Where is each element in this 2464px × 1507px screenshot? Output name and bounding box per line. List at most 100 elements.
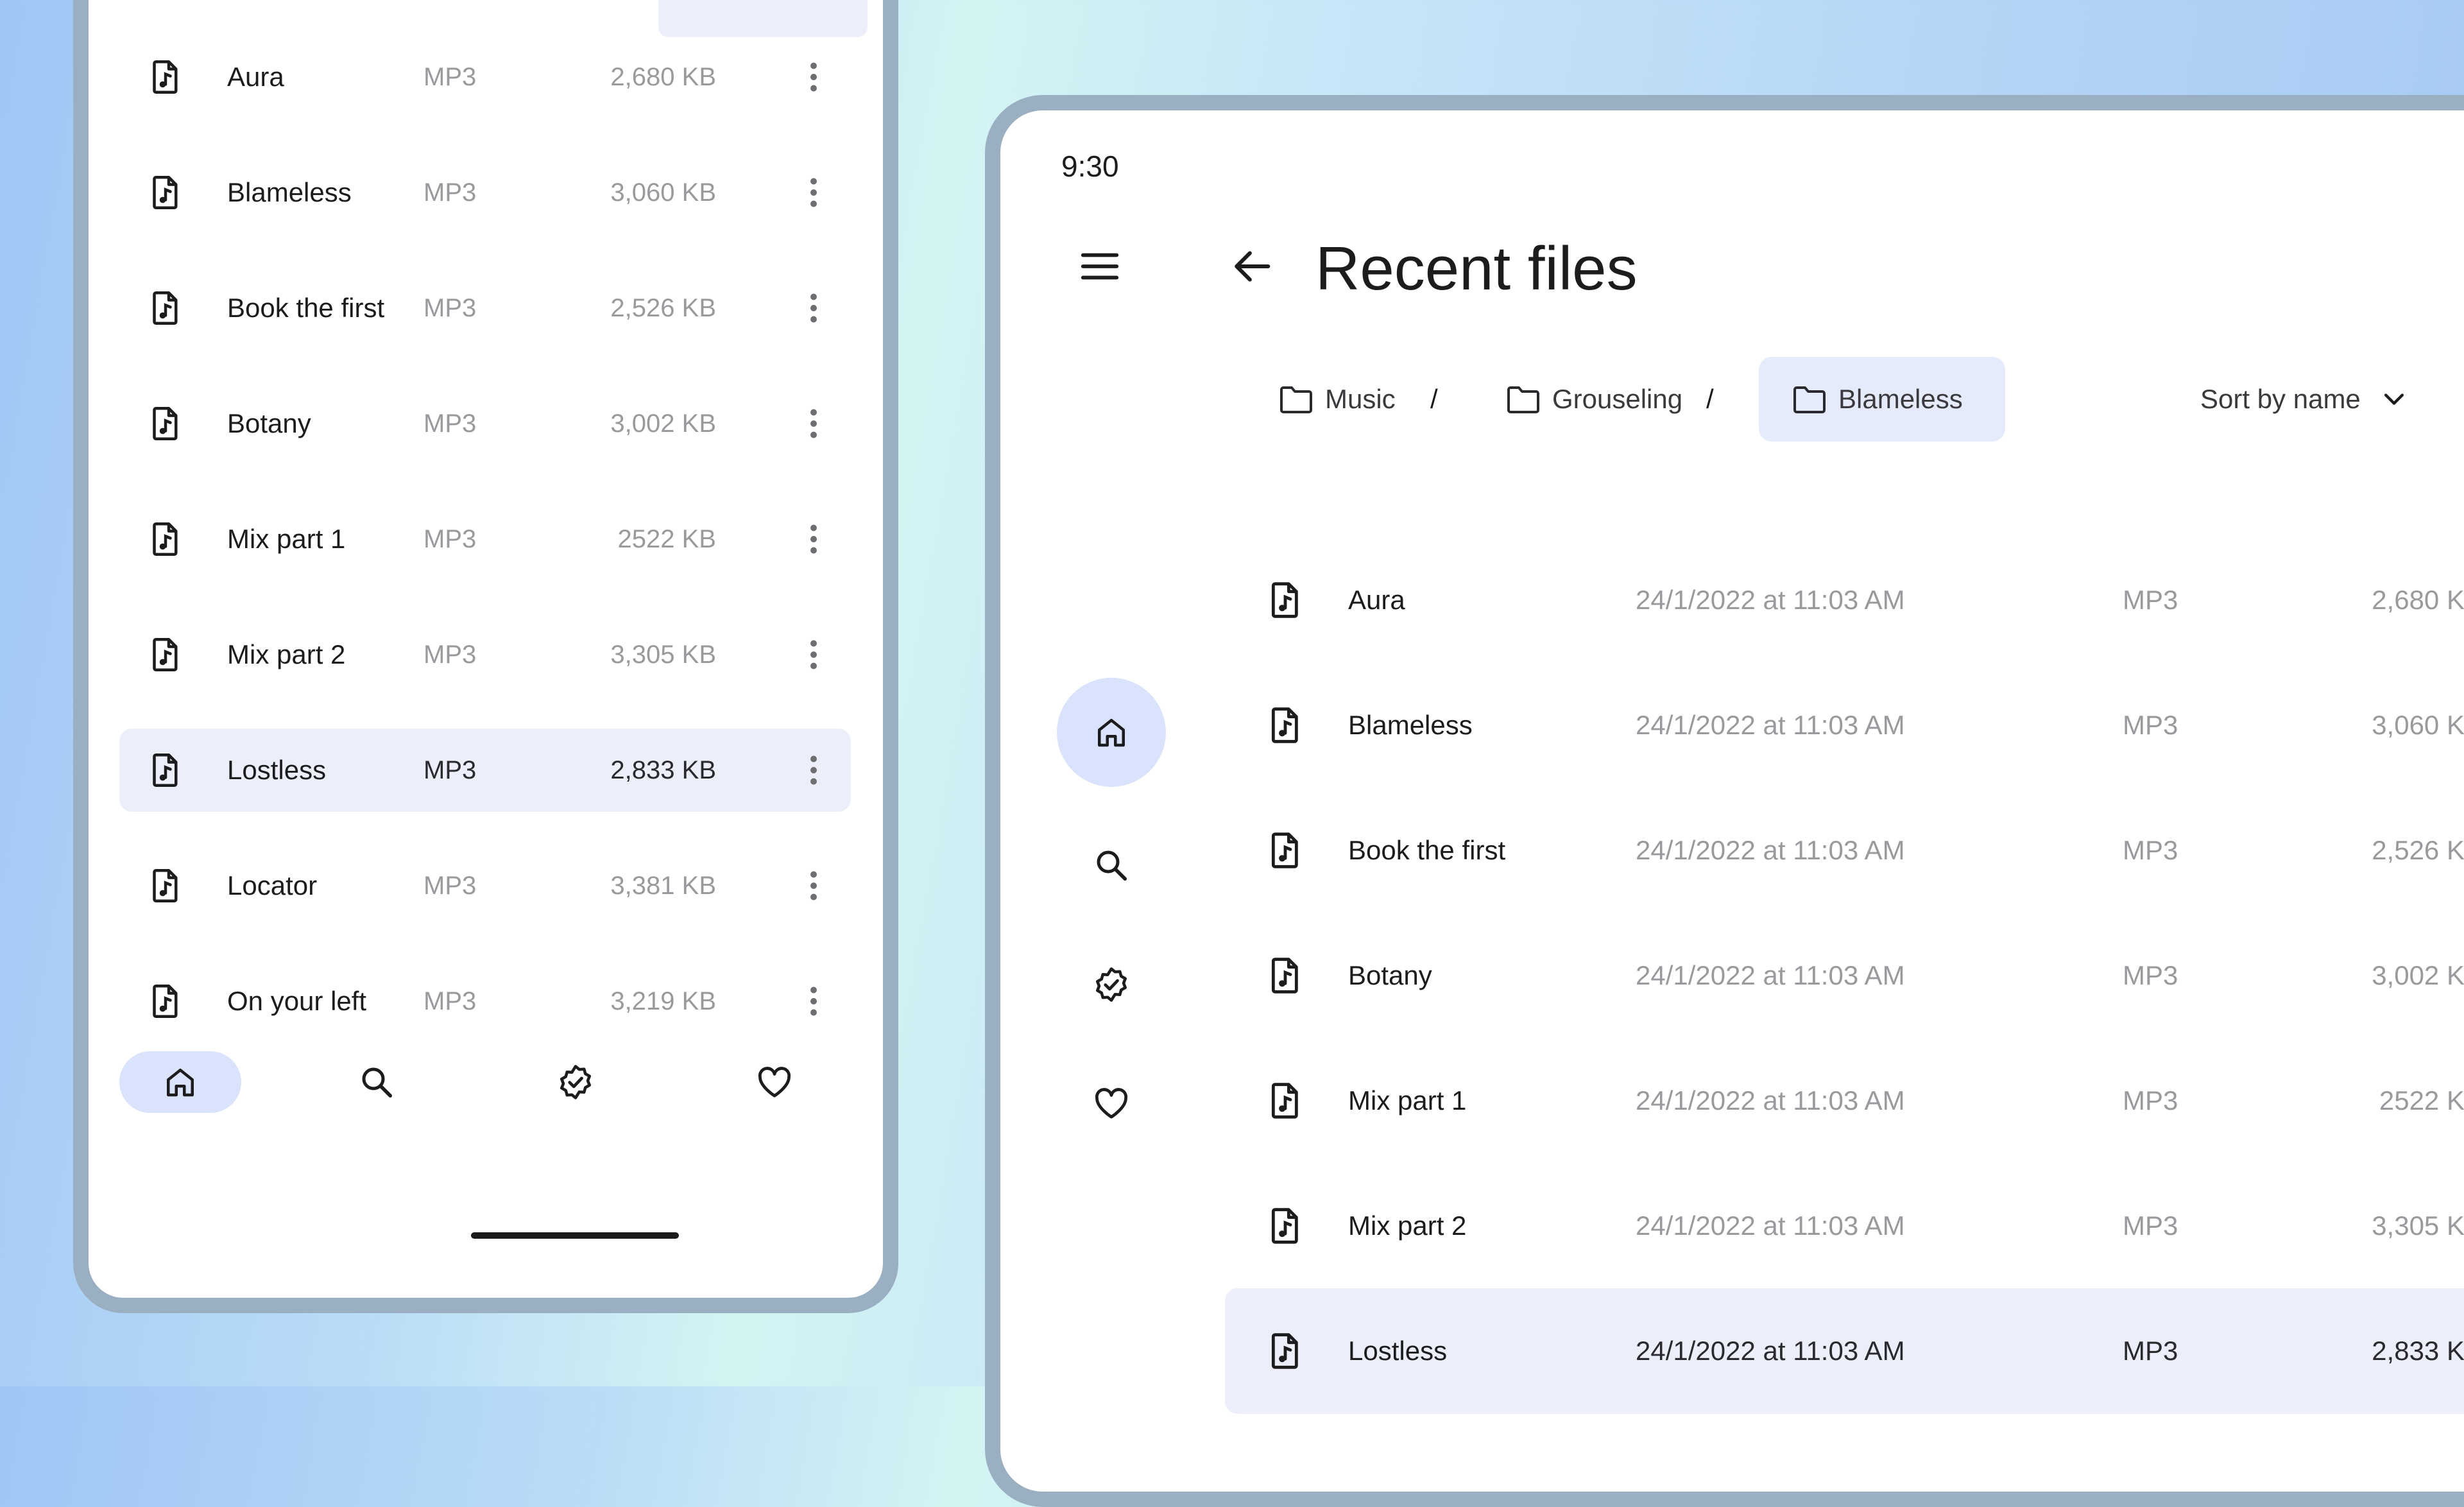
breadcrumb-label: Blameless — [1838, 384, 1963, 414]
file-size: 3,219 KB — [610, 987, 716, 1015]
file-name: Locator — [227, 870, 318, 900]
more-options-icon[interactable] — [794, 173, 833, 212]
more-options-icon[interactable] — [794, 58, 833, 96]
page-title: Recent files — [1315, 234, 1638, 303]
nav-verified[interactable] — [515, 1051, 637, 1113]
breadcrumb-label: Music — [1325, 384, 1396, 414]
file-type: MP3 — [424, 63, 477, 91]
file-type: MP3 — [2123, 1210, 2178, 1241]
file-name: Lostless — [1348, 1336, 1448, 1366]
breadcrumb-music[interactable]: Music — [1279, 357, 1414, 442]
list-item[interactable]: Mix part 2 MP3 3,305 KB — [119, 613, 851, 696]
nav-home[interactable] — [119, 1051, 241, 1113]
file-size: 3,305 KB — [2372, 1210, 2464, 1241]
list-item[interactable]: On your left MP3 3,219 KB — [119, 960, 851, 1043]
file-size: 3,381 KB — [610, 872, 716, 900]
file-date: 24/1/2022 at 11:03 AM — [1636, 710, 1905, 740]
breadcrumb-grouseling[interactable]: Grouseling — [1506, 357, 1698, 442]
file-type: MP3 — [424, 987, 477, 1015]
table-row[interactable]: Lostless 24/1/2022 at 11:03 AM MP3 2,833 KB — [1225, 1288, 2464, 1414]
file-name: Aura — [1348, 585, 1405, 615]
list-item[interactable]: Lostless MP3 2,833 KB — [119, 728, 851, 812]
music-file-icon — [1265, 830, 1306, 871]
heart-icon — [755, 1063, 794, 1101]
music-file-icon — [1265, 1330, 1306, 1372]
file-size: 3,060 KB — [610, 178, 716, 207]
file-size: 2,526 KB — [610, 294, 716, 322]
music-file-icon — [146, 982, 185, 1020]
rail-favorites[interactable] — [1057, 1049, 1166, 1158]
tablet-device: 9:30 Recent files Music / Grouseling / B… — [985, 95, 2464, 1507]
list-item[interactable]: Blameless MP3 3,060 KB — [119, 151, 851, 234]
folder-icon — [1506, 385, 1541, 415]
more-options-icon[interactable] — [794, 289, 833, 327]
back-arrow-icon[interactable] — [1228, 242, 1276, 291]
file-name: Lostless — [227, 755, 327, 785]
file-date: 24/1/2022 at 11:03 AM — [1636, 1336, 1905, 1366]
phone-header-chip[interactable] — [658, 0, 868, 37]
folder-icon — [1792, 385, 1827, 415]
file-type: MP3 — [424, 756, 477, 784]
music-file-icon — [146, 404, 185, 443]
music-file-icon — [146, 635, 185, 674]
rail-home[interactable] — [1057, 678, 1166, 787]
music-file-icon — [146, 751, 185, 789]
music-file-icon — [146, 866, 185, 905]
music-file-icon — [146, 173, 185, 212]
gesture-bar[interactable] — [471, 1232, 679, 1239]
chevron-down-icon — [2384, 393, 2404, 405]
list-item[interactable]: Mix part 1 MP3 2522 KB — [119, 497, 851, 581]
search-icon — [1092, 846, 1131, 884]
more-options-icon[interactable] — [794, 635, 833, 674]
nav-favorites[interactable] — [714, 1051, 835, 1113]
file-date: 24/1/2022 at 11:03 AM — [1636, 835, 1905, 865]
verified-badge-icon — [556, 1063, 595, 1101]
list-item[interactable]: Botany MP3 3,002 KB — [119, 382, 851, 465]
menu-icon[interactable] — [1077, 244, 1122, 289]
file-name: On your left — [227, 986, 367, 1016]
file-type: MP3 — [2123, 585, 2178, 615]
more-options-icon[interactable] — [794, 751, 833, 789]
file-name: Mix part 1 — [227, 524, 346, 554]
table-row[interactable]: Mix part 1 24/1/2022 at 11:03 AM MP3 2522 K… — [1225, 1038, 2464, 1164]
file-size: 3,002 KB — [610, 409, 716, 438]
music-file-icon — [1265, 1080, 1306, 1121]
file-name: Botany — [1348, 960, 1432, 990]
file-type: MP3 — [2123, 1085, 2178, 1115]
music-file-icon — [1265, 955, 1306, 996]
file-type: MP3 — [424, 525, 477, 553]
music-file-icon — [1265, 580, 1306, 621]
file-size: 2,680 KB — [610, 63, 716, 91]
more-options-icon[interactable] — [794, 520, 833, 558]
file-size: 3,305 KB — [610, 641, 716, 669]
file-size: 2,526 KB — [2372, 835, 2464, 865]
file-date: 24/1/2022 at 11:03 AM — [1636, 960, 1905, 990]
nav-search[interactable] — [316, 1051, 438, 1113]
list-item[interactable]: Book the first MP3 2,526 KB — [119, 266, 851, 350]
music-file-icon — [1265, 1205, 1306, 1246]
file-name: Book the first — [227, 293, 385, 323]
more-options-icon[interactable] — [794, 866, 833, 905]
status-time: 9:30 — [1061, 150, 1119, 183]
file-type: MP3 — [2123, 835, 2178, 865]
file-name: Mix part 1 — [1348, 1085, 1467, 1115]
list-item[interactable]: Aura MP3 2,680 KB — [119, 35, 851, 119]
rail-search[interactable] — [1057, 811, 1166, 920]
more-options-icon[interactable] — [794, 982, 833, 1020]
table-row[interactable]: Aura 24/1/2022 at 11:03 AM MP3 2,680 KB — [1225, 537, 2464, 663]
music-file-icon — [146, 520, 185, 558]
table-row[interactable]: Botany 24/1/2022 at 11:03 AM MP3 3,002 KB — [1225, 913, 2464, 1038]
list-item[interactable]: Locator MP3 3,381 KB — [119, 844, 851, 927]
file-name: Aura — [227, 62, 284, 92]
more-options-icon[interactable] — [794, 404, 833, 443]
breadcrumb-blameless[interactable]: Blameless — [1759, 357, 2005, 442]
sort-label: Sort by name — [2200, 384, 2361, 414]
breadcrumb-separator: / — [1706, 384, 1714, 414]
table-row[interactable]: Blameless 24/1/2022 at 11:03 AM MP3 3,060 K… — [1225, 662, 2464, 788]
file-size: 2,680 KB — [2372, 585, 2464, 615]
table-row[interactable]: Book the first 24/1/2022 at 11:03 AM MP3 2,… — [1225, 788, 2464, 913]
table-row[interactable]: Mix part 2 24/1/2022 at 11:03 AM MP3 3,305 … — [1225, 1163, 2464, 1289]
file-type: MP3 — [2123, 710, 2178, 740]
file-name: Botany — [227, 408, 311, 438]
rail-verified[interactable] — [1057, 930, 1166, 1039]
